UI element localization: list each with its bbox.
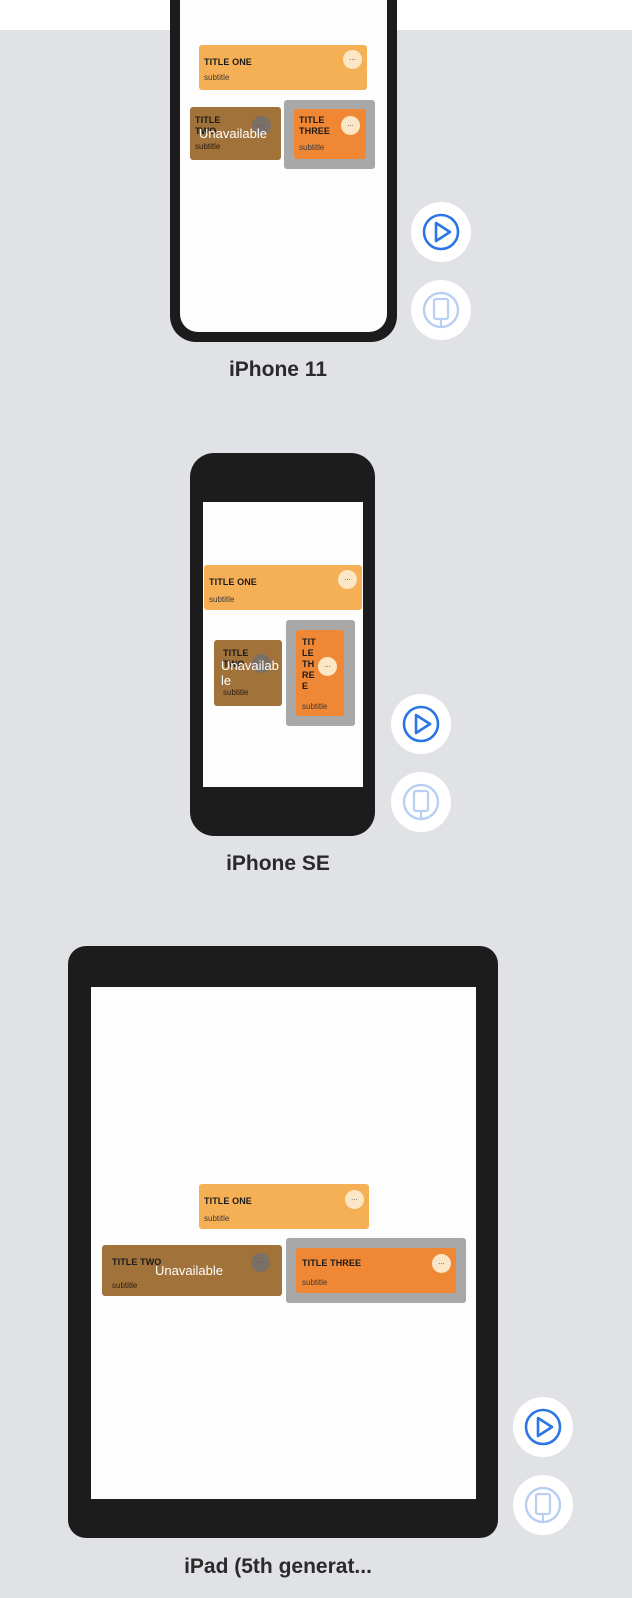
card-subtitle: subtitle (302, 702, 328, 711)
play-circle-icon (402, 705, 440, 743)
card-title-one[interactable]: TITLE ONE subtitle ... (204, 565, 362, 610)
device-label: iPhone 11 (228, 358, 328, 381)
play-button[interactable] (391, 694, 451, 754)
more-button[interactable]: ... (338, 570, 357, 589)
card-title-three[interactable]: TITLE THREE subtitle ... (296, 1248, 456, 1293)
card-title: TITLE ONE (204, 1196, 252, 1206)
card-subtitle: subtitle (204, 73, 230, 82)
card-title-two[interactable]: TITLE TWO subtitle ... Unavailable (190, 107, 281, 160)
card-subtitle: subtitle (223, 688, 249, 697)
card-subtitle: subtitle (195, 142, 221, 151)
play-button[interactable] (411, 202, 471, 262)
device-label: iPhone SE (226, 852, 330, 875)
device-label: iPad (5th generat... (184, 1555, 372, 1578)
card-subtitle: subtitle (204, 1214, 230, 1223)
unavailable-label: Unavailable (221, 658, 279, 688)
card-title-two[interactable]: TITLE TWO subtitle ... Unavailable (102, 1245, 282, 1296)
play-circle-icon (422, 213, 460, 251)
card-title-three[interactable]: TITLE THREE subtitle ... (296, 630, 344, 716)
device-settings-button[interactable] (513, 1475, 573, 1535)
device-screen: TITLE ONE subtitle ... TITLE TWO subtitl… (91, 987, 476, 1499)
more-button[interactable]: ... (318, 657, 337, 676)
unavailable-label: Unavailable (199, 126, 267, 141)
more-button[interactable]: ... (432, 1254, 451, 1273)
device-screen: TITLE ONE subtitle ... TITLE TWO subtitl… (203, 502, 363, 787)
unavailable-label: Unavailable (155, 1263, 223, 1278)
card-title-one[interactable]: TITLE ONE subtitle ... (199, 45, 367, 90)
card-title: TITLE THREE (302, 1258, 362, 1268)
more-button[interactable]: ... (341, 116, 360, 135)
play-circle-icon (524, 1408, 562, 1446)
card-title: TITLE ONE (209, 577, 257, 587)
card-title-three[interactable]: TITLE THREE subtitle ... (294, 109, 366, 159)
device-rotate-icon (422, 291, 460, 329)
device-settings-button[interactable] (411, 280, 471, 340)
more-button[interactable]: ... (343, 50, 362, 69)
device-rotate-icon (524, 1486, 562, 1524)
card-subtitle: subtitle (299, 143, 325, 152)
card-subtitle: subtitle (112, 1281, 138, 1290)
card-title-two[interactable]: TITLE TWO subtitle ... Unavailable (214, 640, 282, 706)
device-rotate-icon (402, 783, 440, 821)
card-title: TITLE THREE (299, 115, 331, 136)
card-title: TITLE ONE (204, 57, 252, 67)
card-subtitle: subtitle (302, 1278, 328, 1287)
device-screen: TITLE ONE subtitle ... TITLE TWO subtitl… (180, 0, 387, 332)
play-button[interactable] (513, 1397, 573, 1457)
device-settings-button[interactable] (391, 772, 451, 832)
card-subtitle: subtitle (209, 595, 235, 604)
more-button[interactable]: ... (251, 1253, 270, 1272)
card-title-one[interactable]: TITLE ONE subtitle ... (199, 1184, 369, 1229)
more-button[interactable]: ... (345, 1190, 364, 1209)
card-title: TITLE TWO (112, 1257, 162, 1267)
